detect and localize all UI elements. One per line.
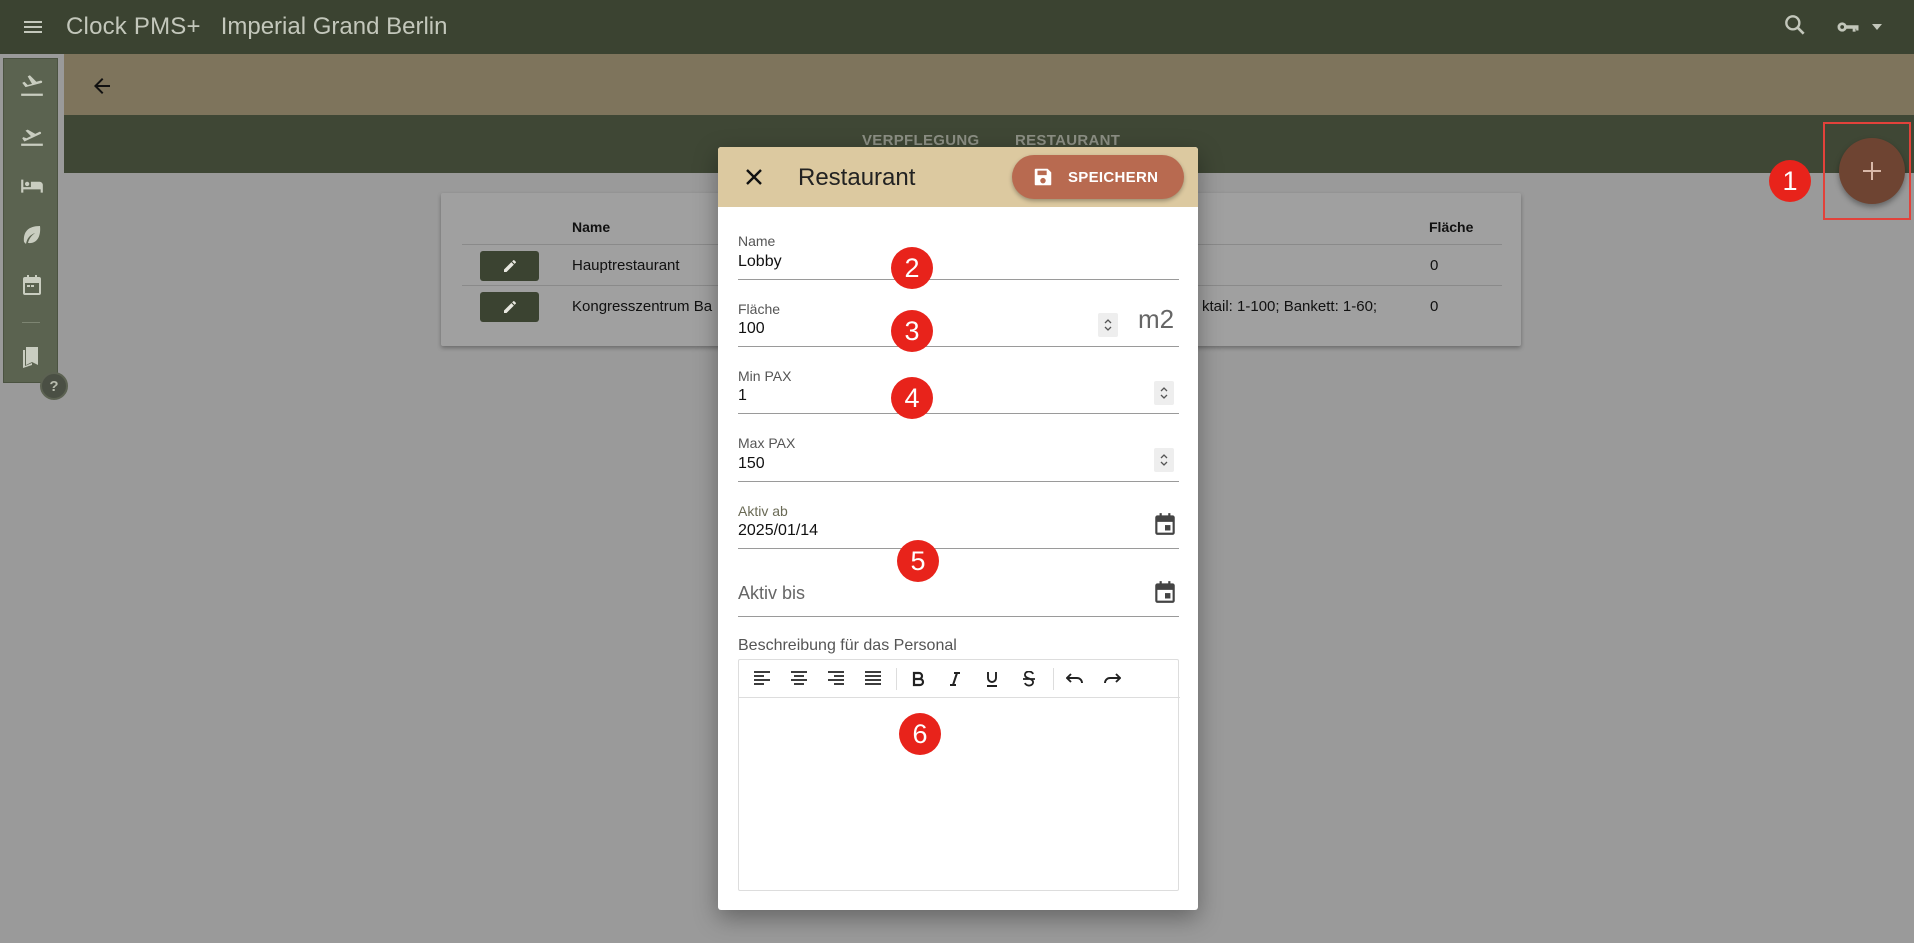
close-icon[interactable] [742, 165, 766, 189]
calendar-picker-icon[interactable] [1152, 511, 1178, 537]
description-label: Beschreibung für das Personal [738, 637, 957, 654]
edit-button[interactable] [480, 251, 539, 281]
max-pax-stepper[interactable] [1154, 448, 1174, 472]
bold-icon[interactable] [905, 667, 931, 691]
edit-button[interactable] [480, 292, 539, 322]
key-icon [1837, 22, 1859, 32]
chevron-down-icon [1872, 24, 1882, 30]
column-header-area: Fläche [1429, 219, 1474, 235]
sidebar-divider [22, 322, 40, 323]
description-editor [738, 659, 1180, 891]
area-field[interactable]: Fläche 100 m2 [738, 300, 1179, 347]
pencil-icon [503, 260, 516, 272]
name-value: Lobby [738, 253, 782, 270]
name-field[interactable]: Name Lobby [738, 233, 1179, 280]
min-pax-value: 1 [738, 387, 747, 404]
active-from-value: 2025/01/14 [738, 522, 819, 539]
save-label: SPEICHERN [1068, 168, 1159, 186]
max-pax-value: 150 [738, 455, 765, 472]
stepper-arrows-icon [1104, 319, 1112, 331]
dialog-header: Restaurant SPEICHERN [718, 147, 1198, 207]
annotation-badge-6: 6 [899, 713, 941, 755]
area-unit: m2 [1138, 304, 1175, 334]
key-menu[interactable] [1834, 13, 1884, 41]
active-from-label: Aktiv ab [738, 503, 788, 519]
row-name: Kongresszentrum Ba [572, 298, 713, 315]
help-button[interactable]: ? [40, 372, 68, 400]
align-justify-icon[interactable] [860, 667, 886, 691]
editor-toolbar [739, 660, 1180, 698]
align-center-icon[interactable] [786, 667, 812, 691]
active-from-field[interactable]: Aktiv ab 2025/01/14 [738, 502, 1179, 549]
annotation-badge-3: 3 [891, 310, 933, 352]
area-label: Fläche [738, 301, 781, 317]
calendar-icon[interactable] [16, 269, 48, 301]
floppy-disk-icon [1034, 168, 1052, 186]
min-pax-stepper[interactable] [1154, 381, 1174, 405]
bed-icon[interactable] [16, 169, 48, 201]
editor-content[interactable] [739, 699, 1178, 890]
annotation-badge-4: 4 [891, 377, 933, 419]
active-to-label: Aktiv bis [738, 583, 806, 603]
area-value: 100 [738, 320, 765, 337]
dialog-title: Restaurant [798, 164, 916, 191]
annotation-badge-1: 1 [1769, 160, 1811, 202]
departure-icon[interactable] [16, 119, 48, 151]
stepper-arrows-icon [1160, 387, 1168, 399]
leaf-icon[interactable] [16, 219, 48, 251]
strikethrough-icon[interactable] [1016, 667, 1042, 691]
name-label: Name [738, 233, 776, 249]
app-title: Clock PMS+ [66, 13, 201, 40]
plus-icon [1863, 162, 1881, 180]
hotel-name: Imperial Grand Berlin [220, 13, 448, 40]
area-stepper[interactable] [1098, 313, 1118, 337]
stepper-arrows-icon [1160, 454, 1168, 466]
search-icon[interactable] [1782, 12, 1808, 43]
row-area: 0 [1430, 298, 1439, 315]
undo-icon[interactable] [1062, 667, 1088, 691]
restaurant-dialog: Restaurant SPEICHERN Name Lobby Fläche 1… [718, 147, 1198, 910]
toolbar-separator [1053, 668, 1054, 690]
save-button[interactable]: SPEICHERN [1012, 155, 1184, 199]
align-left-icon[interactable] [749, 667, 775, 691]
column-header-name: Name [572, 219, 611, 235]
row-name: Hauptrestaurant [572, 257, 680, 274]
annotation-badge-5: 5 [897, 540, 939, 582]
min-pax-field[interactable]: Min PAX 1 [738, 367, 1179, 414]
bookmarks-icon[interactable] [16, 341, 48, 373]
redo-icon[interactable] [1099, 667, 1125, 691]
arrival-icon[interactable] [16, 69, 48, 101]
pencil-icon [503, 301, 516, 313]
row-capacity: ktail: 1-100; Bankett: 1-60; [1202, 298, 1378, 315]
min-pax-label: Min PAX [738, 368, 792, 384]
max-pax-field[interactable]: Max PAX 150 [738, 435, 1179, 482]
max-pax-label: Max PAX [738, 435, 796, 451]
active-to-field[interactable]: Aktiv bis [738, 569, 1179, 617]
italic-icon[interactable] [942, 667, 968, 691]
toolbar-separator [896, 668, 897, 690]
calendar-picker-icon[interactable] [1152, 579, 1178, 605]
sub-header [64, 54, 1914, 115]
row-area: 0 [1430, 257, 1439, 274]
top-app-bar: Clock PMS+ Imperial Grand Berlin [0, 0, 1914, 54]
align-right-icon[interactable] [823, 667, 849, 691]
back-arrow-icon[interactable] [86, 70, 118, 102]
underline-icon[interactable] [979, 667, 1005, 691]
add-button[interactable] [1839, 138, 1905, 204]
annotation-badge-2: 2 [891, 247, 933, 289]
left-sidebar [3, 58, 58, 383]
menu-icon[interactable] [0, 0, 66, 54]
